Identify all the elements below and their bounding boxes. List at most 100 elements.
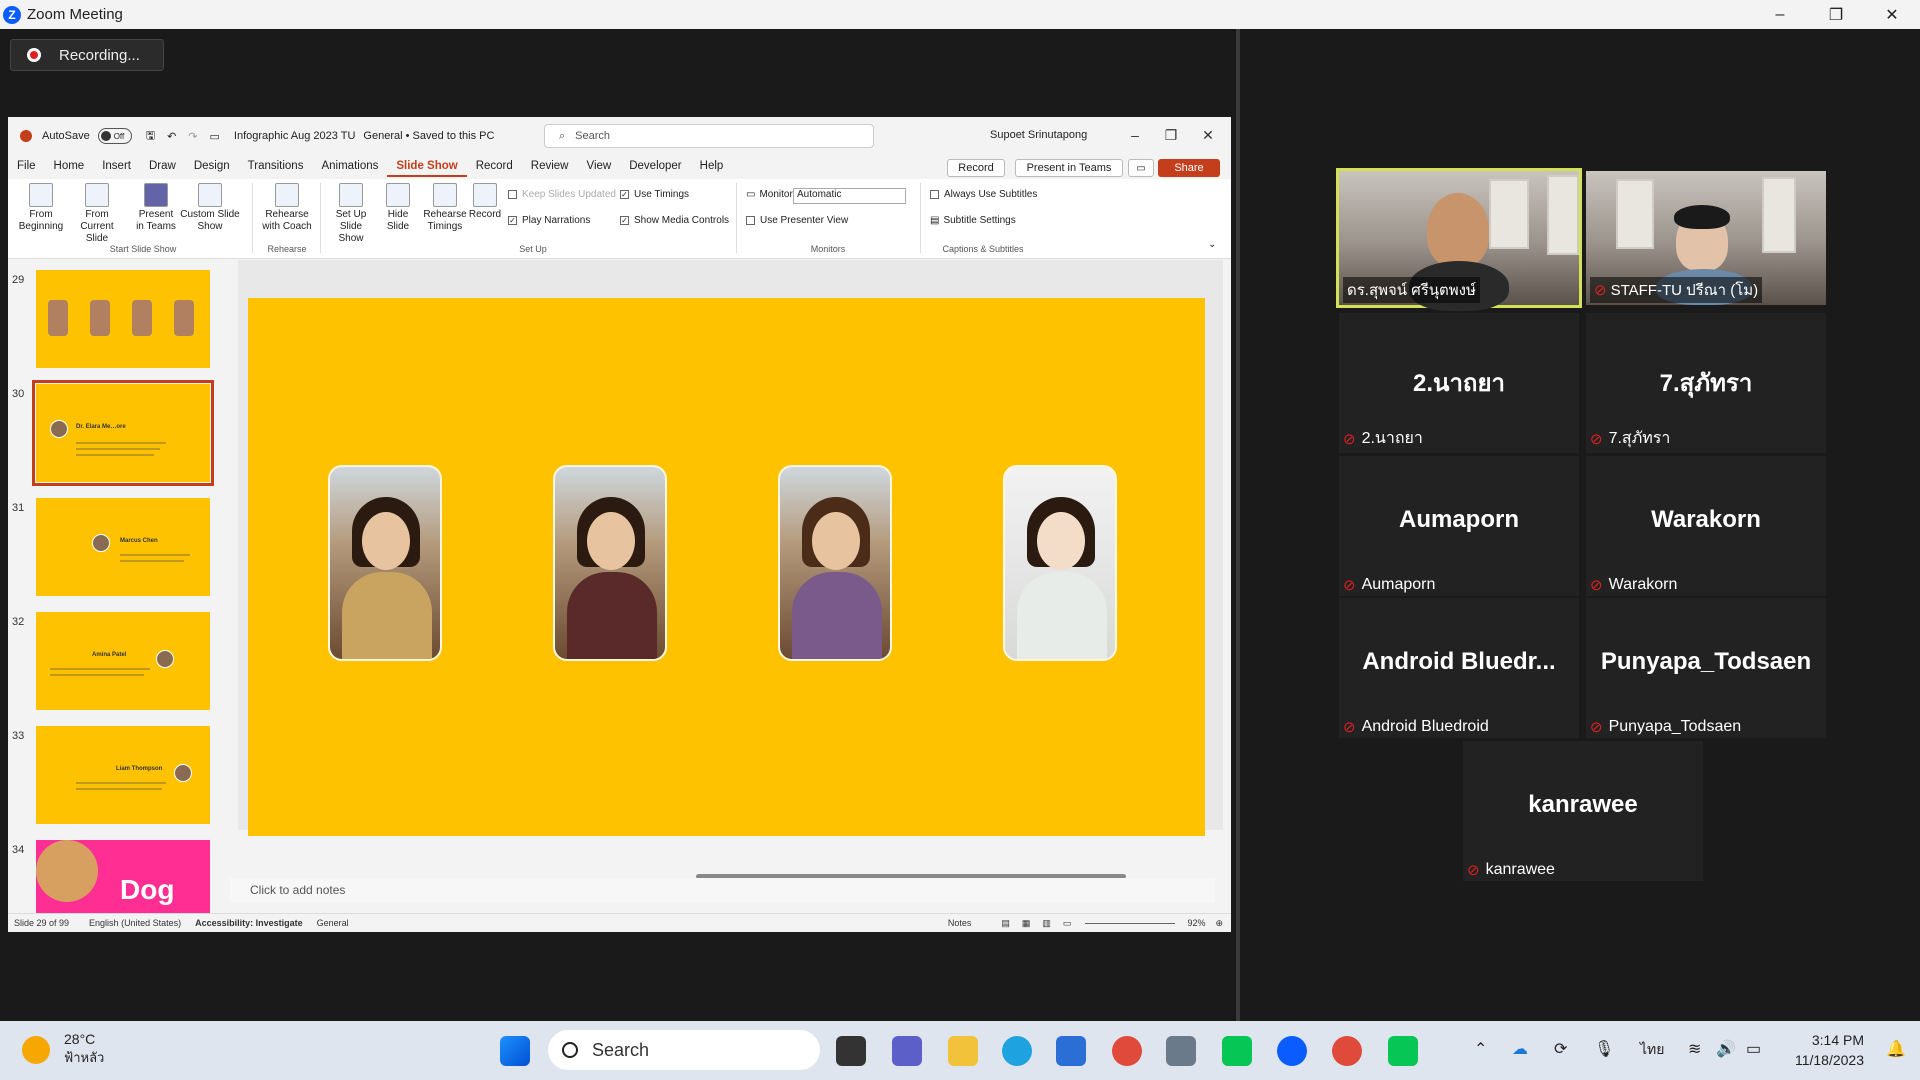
portrait-card[interactable]	[553, 465, 667, 661]
menu-draw[interactable]: Draw	[140, 155, 185, 177]
show-media-controls-checkbox[interactable]: ✓ Show Media Controls	[620, 215, 729, 226]
hide-slide-button[interactable]: Hide Slide	[380, 181, 416, 233]
slide-thumbnails-panel[interactable]: 29 30 Dr. Elara Me…ore 31 Marcus Chen 32…	[8, 260, 236, 932]
ppt-search-input[interactable]: ⌕ Search	[544, 124, 874, 148]
edge-icon[interactable]	[1002, 1036, 1032, 1066]
participant-tile[interactable]: 7.สุภัทรา ⊘ 7.สุภัทรา	[1586, 313, 1826, 453]
subtitle-settings-button[interactable]: ▤ Subtitle Settings	[930, 215, 1016, 226]
sensitivity-label[interactable]: General • Saved to this PC	[363, 130, 494, 142]
menu-home[interactable]: Home	[45, 155, 94, 177]
minimize-button[interactable]: –	[1752, 0, 1808, 29]
teams-icon[interactable]	[892, 1036, 922, 1066]
from-current-slide-button[interactable]: From Current Slide	[68, 181, 126, 245]
save-icon[interactable]: 🖫	[146, 127, 155, 146]
normal-view-icon[interactable]: ▤	[1001, 918, 1010, 929]
ppt-record-button[interactable]: Record	[947, 159, 1005, 177]
custom-slide-show-button[interactable]: Custom Slide Show	[180, 181, 240, 233]
taskbar-clock[interactable]: 3:14 PM 11/18/2023	[1795, 1030, 1864, 1070]
thumb-slide-32[interactable]: Amina Patel	[36, 612, 210, 710]
task-view-icon[interactable]	[836, 1036, 866, 1066]
onedrive-icon[interactable]: ☁	[1512, 1039, 1528, 1059]
participant-video-tile[interactable]: ดร.สุพจน์ ศรีนุตพงษ์	[1336, 168, 1582, 311]
menu-view[interactable]: View	[578, 155, 621, 177]
always-use-subtitles-checkbox[interactable]: Always Use Subtitles	[930, 189, 1037, 200]
zoom-level[interactable]: 92%	[1187, 918, 1205, 928]
collapse-ribbon-icon[interactable]: ⌄	[1208, 239, 1216, 250]
volume-icon[interactable]: 🔊	[1716, 1039, 1736, 1059]
rehearse-timings-button[interactable]: Rehearse Timings	[422, 181, 468, 233]
file-title[interactable]: Infographic Aug 2023 TU	[234, 130, 356, 142]
line-icon[interactable]	[1388, 1036, 1418, 1066]
play-narrations-checkbox[interactable]: ✓ Play Narrations	[508, 215, 590, 226]
reading-view-icon[interactable]: ▥	[1042, 918, 1051, 929]
menu-developer[interactable]: Developer	[620, 155, 690, 177]
participant-tile[interactable]: 2.นาถยา ⊘ 2.นาถยา	[1339, 313, 1579, 453]
portrait-card[interactable]	[328, 465, 442, 661]
sensitivity-status[interactable]: General	[317, 918, 349, 928]
store-icon[interactable]	[1056, 1036, 1086, 1066]
present-in-teams-button[interactable]: Present in Teams	[1015, 159, 1123, 177]
keep-slides-updated-checkbox[interactable]: Keep Slides Updated	[508, 189, 616, 200]
weather-widget[interactable]: 28°C ฟ้าหลัว	[22, 1031, 104, 1068]
chrome-icon[interactable]	[1332, 1036, 1362, 1066]
redo-icon[interactable]: ↷	[188, 130, 197, 143]
thumb-slide-30[interactable]: Dr. Elara Me…ore	[32, 380, 214, 486]
thumb-slide-31[interactable]: Marcus Chen	[36, 498, 210, 596]
taskbar-search[interactable]: Search	[548, 1030, 820, 1070]
recording-indicator[interactable]: Recording...	[10, 39, 164, 71]
rehearse-with-coach-button[interactable]: Rehearse with Coach	[260, 181, 314, 233]
thumb-slide-29[interactable]	[36, 270, 210, 368]
share-button[interactable]: Share	[1158, 159, 1220, 177]
thumb-slide-33[interactable]: Liam Thompson	[36, 726, 210, 824]
sync-icon[interactable]: ⟳	[1554, 1039, 1567, 1059]
use-presenter-view-checkbox[interactable]: Use Presenter View	[746, 215, 848, 226]
use-timings-checkbox[interactable]: ✓ Use Timings	[620, 189, 689, 200]
menu-file[interactable]: File	[8, 155, 45, 177]
set-up-slide-show-button[interactable]: Set Up Slide Show	[326, 181, 376, 245]
line-icon[interactable]	[1222, 1036, 1252, 1066]
restore-button[interactable]: ❐	[1808, 0, 1864, 29]
comments-icon[interactable]: ▭	[1128, 159, 1154, 177]
portrait-card[interactable]	[778, 465, 892, 661]
participant-video-tile[interactable]: ⊘ STAFF-TU ปรีณา (โม)	[1586, 171, 1826, 305]
battery-icon[interactable]: ▭	[1746, 1039, 1761, 1059]
menu-animations[interactable]: Animations	[312, 155, 387, 177]
from-beginning-button[interactable]: From Beginning	[16, 181, 66, 233]
notification-icon[interactable]: 🔔	[1886, 1039, 1906, 1059]
start-icon[interactable]	[500, 1036, 530, 1066]
participant-tile[interactable]: Warakorn ⊘ Warakorn	[1586, 456, 1826, 596]
zoom-slider[interactable]	[1085, 922, 1176, 924]
participant-tile[interactable]: Android Bluedr... ⊘ Android Bluedroid	[1339, 598, 1579, 738]
participant-tile[interactable]: Aumaporn ⊘ Aumaporn	[1339, 456, 1579, 596]
wifi-icon[interactable]: ≋	[1688, 1039, 1701, 1059]
menu-record[interactable]: Record	[467, 155, 522, 177]
tray-chevron-icon[interactable]: ⌃	[1474, 1039, 1487, 1059]
input-language[interactable]: ไทย	[1640, 1039, 1664, 1061]
accessibility-status[interactable]: Accessibility: Investigate	[195, 918, 303, 928]
sorter-view-icon[interactable]: ▦	[1022, 918, 1031, 929]
present-icon[interactable]: ▭	[210, 130, 220, 143]
menu-slide-show[interactable]: Slide Show	[387, 155, 467, 177]
undo-icon[interactable]: ↶	[167, 130, 176, 143]
fit-slide-icon[interactable]: ⊕	[1215, 918, 1223, 929]
menu-help[interactable]: Help	[691, 155, 733, 177]
ppt-restore-button[interactable]: ❐	[1156, 123, 1186, 147]
menu-design[interactable]: Design	[185, 155, 239, 177]
close-button[interactable]: ✕	[1864, 0, 1920, 29]
present-in-teams-ribbon-button[interactable]: Present in Teams	[136, 181, 176, 233]
notes-toggle[interactable]: Notes	[948, 918, 972, 928]
chrome-icon[interactable]	[1112, 1036, 1142, 1066]
ppt-close-button[interactable]: ✕	[1193, 123, 1223, 147]
current-slide[interactable]	[248, 298, 1205, 836]
notes-pane[interactable]: Click to add notes	[230, 878, 1215, 902]
view-divider[interactable]	[1236, 29, 1240, 1021]
participant-tile[interactable]: kanrawee ⊘ kanrawee	[1463, 741, 1703, 881]
file-explorer-icon[interactable]	[948, 1036, 978, 1066]
autosave-toggle[interactable]: Off	[97, 128, 132, 144]
portrait-card[interactable]	[1003, 465, 1117, 661]
ppt-user-name[interactable]: Supoet Srinutapong	[990, 129, 1087, 141]
calculator-icon[interactable]	[1166, 1036, 1196, 1066]
monitor-select[interactable]: Automatic	[793, 188, 906, 204]
record-ribbon-button[interactable]: Record	[468, 181, 502, 221]
zoom-taskbar-icon[interactable]	[1277, 1036, 1307, 1066]
